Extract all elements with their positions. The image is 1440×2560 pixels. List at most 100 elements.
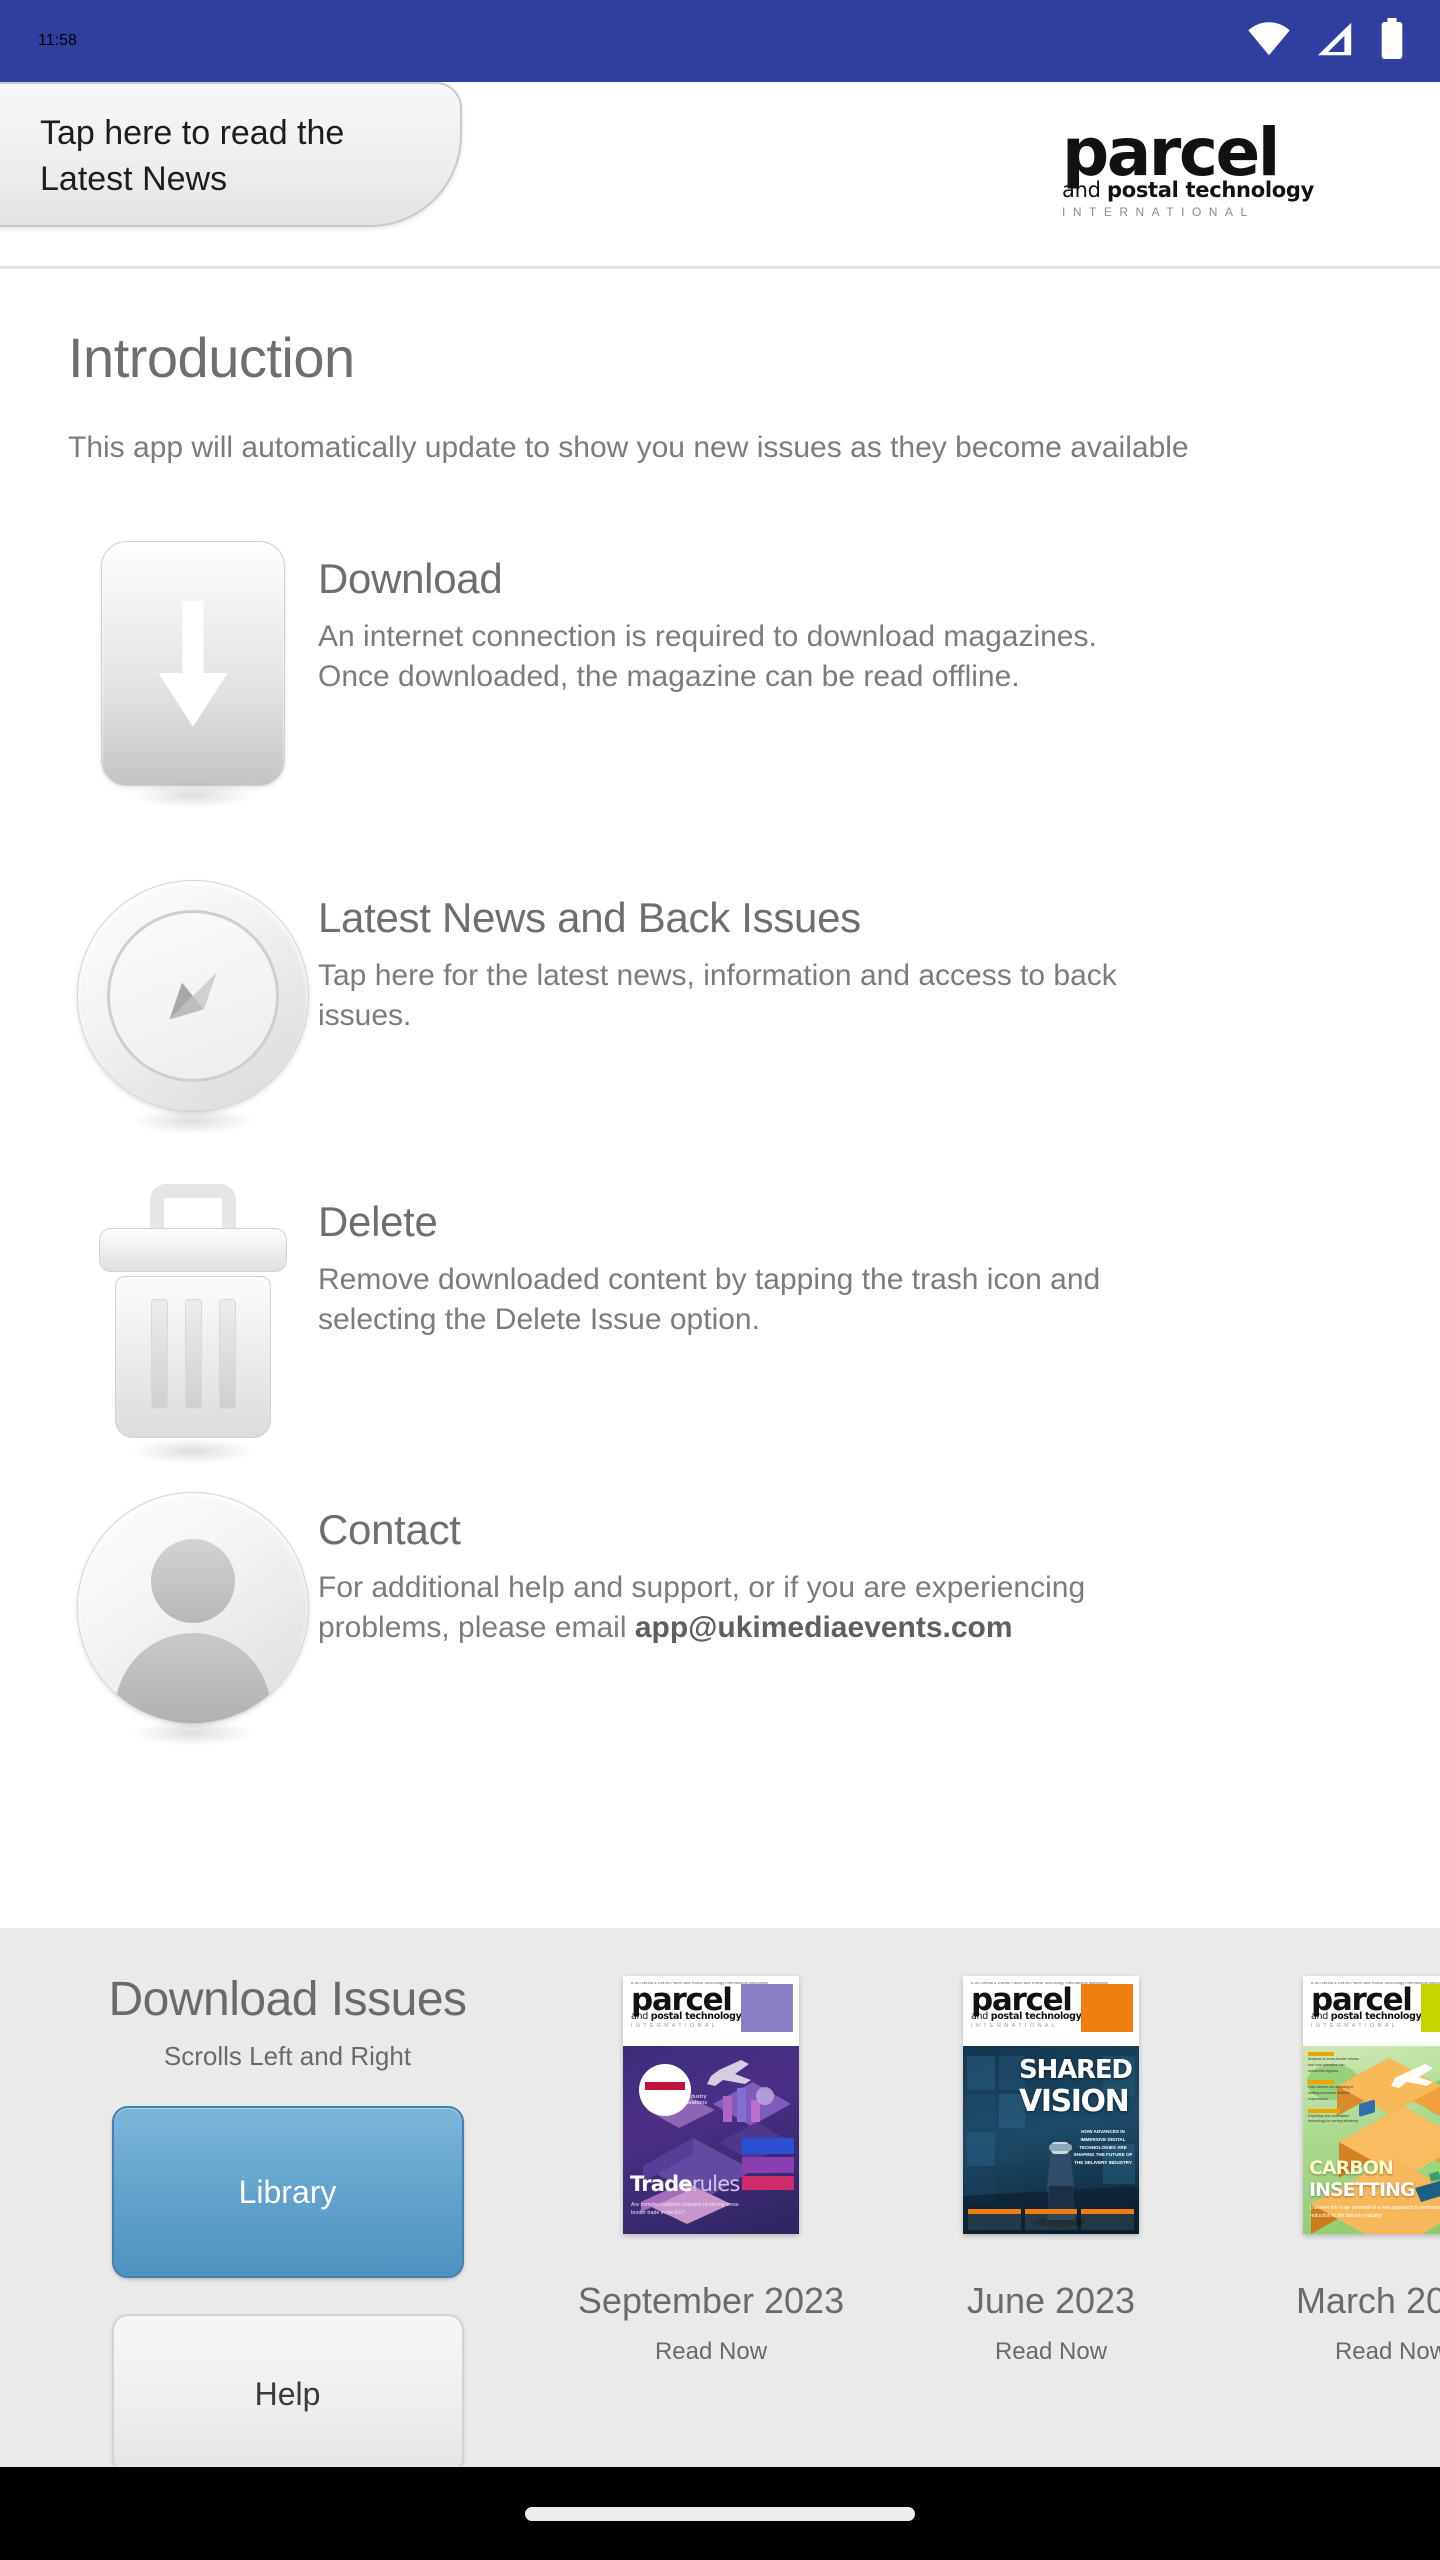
- feature-desc-line-2: problems, please email app@ukimediaevent…: [318, 1608, 1085, 1648]
- feature-row-contact: Contact For additional help and support,…: [68, 1484, 1372, 1746]
- library-button[interactable]: Library: [111, 2106, 464, 2278]
- feature-icon-slot: [68, 872, 318, 1134]
- introduction-section: Introduction This app will automatically…: [0, 269, 1440, 1746]
- issue-cover-thumbnail[interactable]: SHARED VISION HOW ADVANCES IN IMMERSIVE …: [963, 1976, 1139, 2234]
- masthead-sub-thin: and: [1311, 2011, 1331, 2023]
- avatar-head: [151, 1539, 235, 1623]
- trash-lid: [99, 1228, 287, 1272]
- support-email[interactable]: app@ukimediaevents.com: [635, 1611, 1013, 1644]
- panel-heading: Download Issues: [108, 1973, 467, 2026]
- feature-description: For additional help and support, or if y…: [318, 1568, 1085, 1647]
- icon-box: [93, 1184, 293, 1464]
- latest-news-tab[interactable]: Tap here to read the Latest News: [0, 82, 462, 227]
- feature-description: Remove downloaded content by tapping the…: [318, 1260, 1100, 1339]
- download-issues-panel: Download Issues Scrolls Left and Right L…: [0, 1928, 1440, 2467]
- feature-icon-slot: [68, 1176, 318, 1464]
- issue-card[interactable]: CARBON INSETTING Discover the huge poten…: [1255, 1976, 1440, 2366]
- news-tab-line-1: Tap here to read the: [40, 114, 345, 152]
- feature-icon-slot: [68, 1484, 318, 1746]
- issue-carousel[interactable]: Services to the industry and leading inn…: [575, 1928, 1440, 2467]
- cover-headline-line-2: INSETTING: [1309, 2179, 1416, 2201]
- cover-blurb: Discover the huge potential of a new app…: [1310, 2205, 1440, 2219]
- issue-card[interactable]: Services to the industry and leading inn…: [575, 1976, 847, 2366]
- system-navigation-bar: [0, 2467, 1440, 2560]
- status-clock: 11:58: [38, 32, 77, 49]
- feature-desc-line-2: Once downloaded, the magazine can be rea…: [318, 659, 1020, 693]
- icon-reflection: [133, 1720, 253, 1746]
- issue-label: September 2023: [577, 2280, 845, 2321]
- trash-ridge: [150, 1299, 168, 1409]
- issue-cover-thumbnail[interactable]: CARBON INSETTING Discover the huge poten…: [1303, 1976, 1440, 2234]
- panel-subheading: Scrolls Left and Right: [163, 2041, 412, 2071]
- cover-headline-overlay: CARBON INSETTING Discover the huge poten…: [1303, 2046, 1440, 2234]
- masthead-sub-bold: postal technology: [650, 2011, 742, 2023]
- icon-reflection: [133, 1438, 253, 1464]
- cover-blurb: HOW ADVANCES IN IMMERSIVE DIGITAL TECHNO…: [1073, 2129, 1133, 2166]
- cellular-signal-icon: [1314, 21, 1356, 62]
- download-arrow-icon: [101, 541, 285, 786]
- compass-face: [107, 910, 279, 1082]
- page-subtitle: This app will automatically update to sh…: [68, 431, 1189, 464]
- wifi-icon: [1246, 21, 1292, 62]
- feature-text: Download An internet connection is requi…: [318, 533, 1157, 696]
- status-icon-group: [1246, 17, 1406, 65]
- home-gesture-pill[interactable]: [525, 2506, 915, 2521]
- cover-headline-bold: Trade: [630, 2172, 693, 2196]
- icon-reflection: [133, 782, 253, 808]
- feature-text: Contact For additional help and support,…: [318, 1484, 1145, 1647]
- feature-row-download: Download An internet connection is requi…: [68, 533, 1372, 808]
- masthead-sub-thin: and: [971, 2011, 991, 2023]
- feature-description: Tap here for the latest news, informatio…: [318, 956, 1117, 1035]
- icon-box: [77, 880, 309, 1134]
- feature-title: Delete: [318, 1198, 438, 1245]
- feature-title: Contact: [318, 1506, 461, 1553]
- feature-desc-line-2: issues.: [318, 998, 412, 1032]
- masthead-color-block: [741, 1984, 793, 2032]
- icon-box: [101, 541, 285, 808]
- feature-row-latest-news: Latest News and Back Issues Tap here for…: [68, 872, 1372, 1134]
- cover-headline-line-1: SHARED: [1019, 2055, 1133, 2085]
- logo-subtitle: and postal technology: [1062, 178, 1342, 202]
- feature-desc-text: problems, please email: [318, 1610, 635, 1644]
- masthead-color-block: [1081, 1984, 1133, 2032]
- cover-headline-light: rules: [691, 2172, 740, 2196]
- trash-ridge: [184, 1299, 202, 1409]
- feature-row-delete: Delete Remove downloaded content by tapp…: [68, 1176, 1372, 1464]
- cover-headline-line-1: CARBON: [1309, 2157, 1394, 2179]
- issue-read-now-link[interactable]: Read Now: [1255, 2338, 1440, 2366]
- trash-body: [115, 1276, 271, 1438]
- compass-icon: [77, 880, 309, 1112]
- cover-masthead: A UKi Media & Events Parcel and Postal T…: [1303, 1976, 1440, 2046]
- cover-headline-overlay: Traderules Are complex customs changes h…: [623, 2046, 799, 2234]
- app-header: Tap here to read the Latest News parcel …: [0, 82, 1440, 269]
- logo-sub-bold: postal technology: [1106, 178, 1314, 203]
- page-title: Introduction: [68, 326, 355, 389]
- feature-description: An internet connection is required to do…: [318, 617, 1097, 696]
- feature-desc-line-1: An internet connection is required to do…: [318, 620, 1097, 653]
- feature-text: Delete Remove downloaded content by tapp…: [318, 1176, 1160, 1339]
- battery-icon: [1378, 17, 1406, 65]
- logo-tagline: INTERNATIONAL: [1062, 205, 1255, 220]
- issue-card[interactable]: SHARED VISION HOW ADVANCES IN IMMERSIVE …: [915, 1976, 1187, 2366]
- cover-headline-line-2: VISION: [1019, 2084, 1130, 2119]
- icon-reflection: [133, 1108, 253, 1134]
- help-button[interactable]: Help: [111, 2314, 464, 2467]
- issue-read-now-link[interactable]: Read Now: [915, 2338, 1187, 2366]
- issue-cover-thumbnail[interactable]: Services to the industry and leading inn…: [623, 1976, 799, 2234]
- trash-ridge: [218, 1299, 236, 1409]
- cover-masthead: A UKi Media & Events Parcel and Postal T…: [963, 1976, 1139, 2046]
- avatar-torso: [115, 1633, 271, 1723]
- news-tab-line-2: Latest News: [40, 160, 228, 199]
- feature-text: Latest News and Back Issues Tap here for…: [318, 872, 1177, 1035]
- icon-box: [77, 1492, 309, 1746]
- person-avatar-icon: [77, 1492, 309, 1724]
- brand-logo: parcel and postal technology INTERNATION…: [1062, 119, 1342, 220]
- feature-list: Download An internet connection is requi…: [68, 533, 1372, 1746]
- issue-read-now-link[interactable]: Read Now: [575, 2338, 847, 2366]
- feature-desc-line-1: Tap here for the latest news, informatio…: [318, 959, 1117, 992]
- trash-icon: [93, 1184, 293, 1442]
- status-bar: 11:58: [0, 0, 1440, 82]
- masthead-color-block: [1421, 1984, 1440, 2032]
- masthead-sub-bold: postal technology: [1330, 2011, 1422, 2023]
- feature-title: Download: [318, 555, 503, 602]
